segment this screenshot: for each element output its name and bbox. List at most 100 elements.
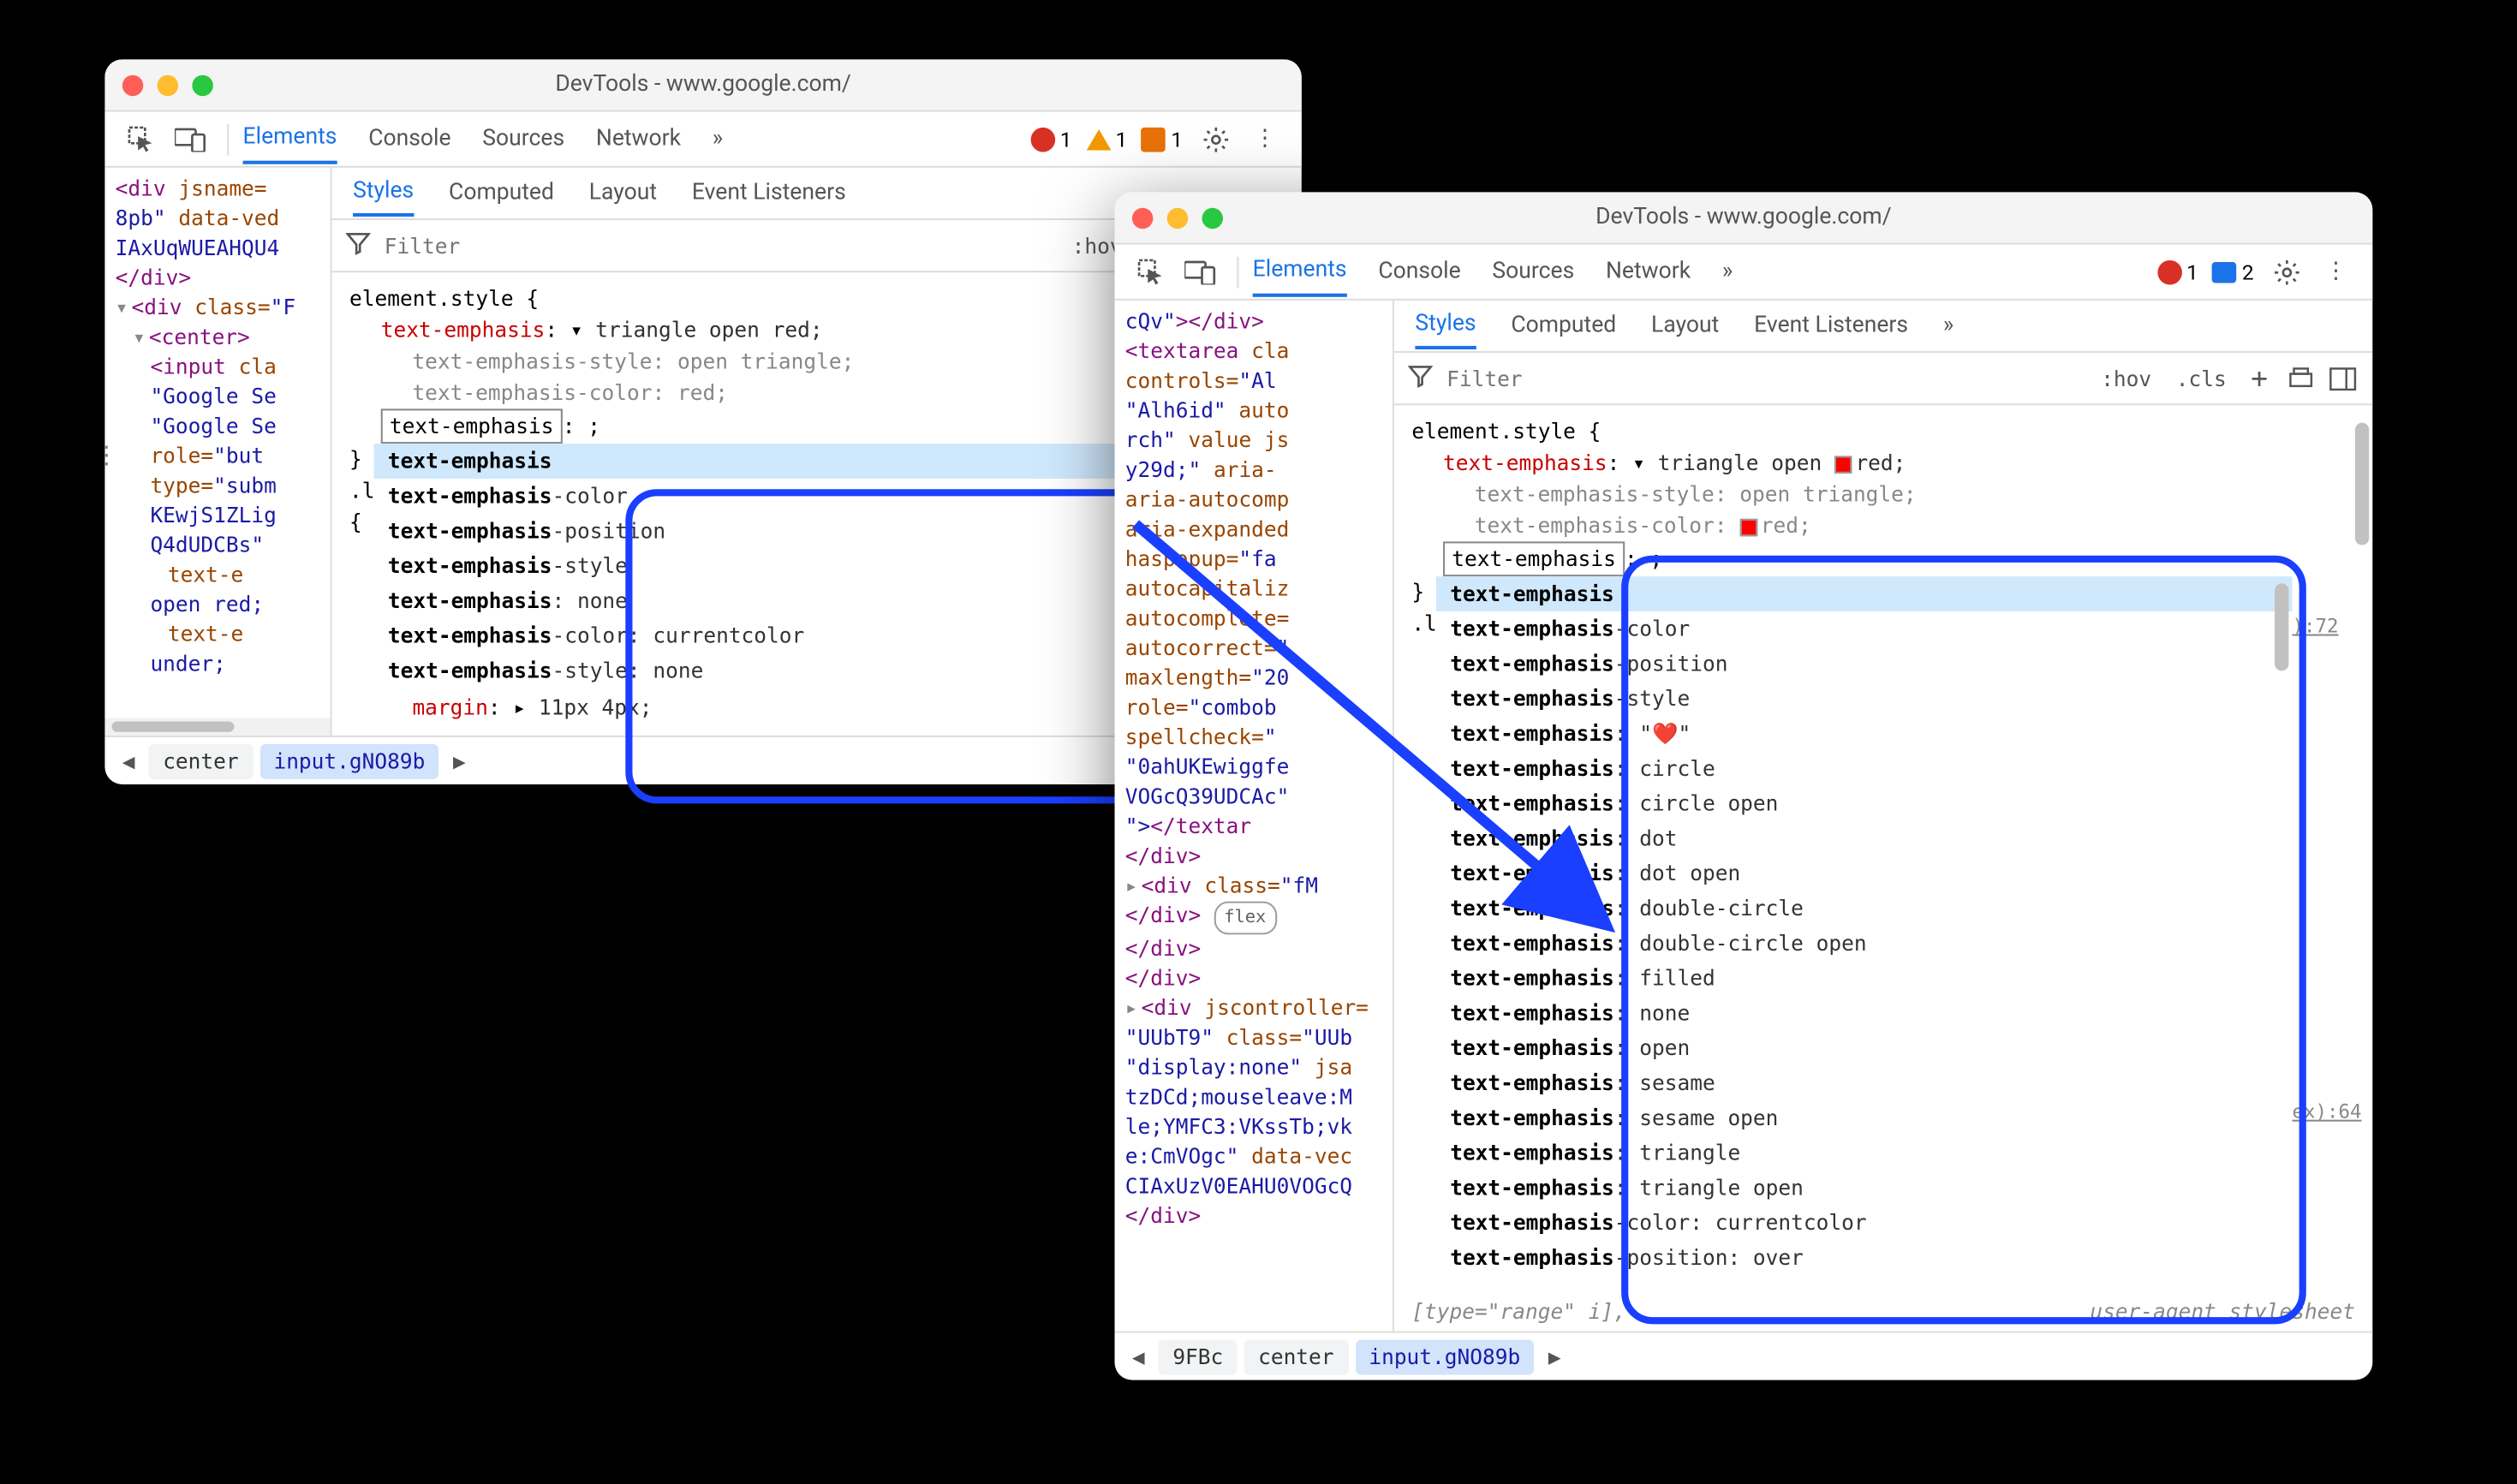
feedback-badge[interactable]: 2 [2212, 259, 2253, 284]
dom-tree[interactable]: cQv"></div> <textarea cla controls="Al "… [1115, 301, 1394, 1332]
window-minimize-icon[interactable] [1167, 207, 1188, 228]
breadcrumb-item[interactable]: center [149, 743, 253, 778]
breadcrumb-prev-icon[interactable]: ◀ [116, 748, 142, 773]
subtab-layout[interactable]: Layout [1651, 304, 1719, 348]
window-close-icon[interactable] [1132, 207, 1153, 228]
color-swatch-icon[interactable] [1834, 455, 1852, 472]
tab-sources[interactable]: Sources [482, 116, 564, 163]
filter-input[interactable] [381, 231, 1055, 259]
autocomplete-item[interactable]: text-emphasis: double-circle [1436, 891, 2293, 926]
css-property-edit[interactable]: text-emphasis [381, 408, 563, 444]
tab-elements[interactable]: Elements [243, 114, 337, 164]
subtab-event-listeners[interactable]: Event Listeners [1754, 304, 1908, 348]
autocomplete-item[interactable]: text-emphasis: circle open [1436, 786, 2293, 821]
rule-selector[interactable]: element.style { [1411, 416, 2355, 448]
inspect-icon[interactable] [1129, 249, 1174, 295]
breadcrumb-item[interactable]: input.gNO89b [1355, 1339, 1535, 1374]
tabs-more-icon[interactable]: » [1722, 248, 1733, 295]
resize-handle-icon[interactable]: ⋮ [104, 430, 116, 482]
dom-tree[interactable]: ⋮ <div jsname= 8pb" data-ved IAxUqWUEAHQ… [104, 168, 331, 736]
tab-sources[interactable]: Sources [1492, 248, 1574, 295]
settings-gear-icon[interactable] [2264, 249, 2310, 295]
computed-sidebar-icon[interactable] [2327, 362, 2359, 394]
traffic-lights [122, 74, 213, 95]
subtab-computed[interactable]: Computed [449, 171, 554, 215]
titlebar: DevTools - www.google.com/ [104, 59, 1301, 111]
devtools-window-right: DevTools - www.google.com/ Elements Cons… [1115, 192, 2373, 1380]
device-toggle-icon[interactable] [168, 116, 213, 162]
panel-tabs: Elements Console Sources Network » [243, 114, 1027, 164]
breadcrumb-item[interactable]: 9FBc [1159, 1339, 1238, 1374]
more-menu-icon[interactable]: ⋮ [1242, 116, 1287, 162]
autocomplete-item[interactable]: text-emphasis-color: currentcolor [1436, 1206, 2293, 1241]
horizontal-scrollbar[interactable] [104, 718, 330, 735]
window-maximize-icon[interactable] [1202, 207, 1223, 228]
subtab-event-listeners[interactable]: Event Listeners [692, 171, 846, 215]
autocomplete-item[interactable]: text-emphasis: open [1436, 1031, 2293, 1066]
new-rule-button[interactable]: + [2244, 358, 2275, 398]
autocomplete-item[interactable]: text-emphasis: "❤️" [1436, 716, 2293, 751]
breadcrumb-item[interactable]: center [1244, 1339, 1348, 1374]
vertical-scrollbar[interactable] [2355, 423, 2369, 545]
error-badge[interactable]: 1 [2156, 259, 2198, 284]
autocomplete-item[interactable]: text-emphasis: dot [1436, 821, 2293, 856]
traffic-lights [1132, 207, 1223, 228]
filter-input[interactable] [1443, 364, 2084, 392]
user-agent-stylesheet-label: user-agent stylesheet [2090, 1296, 2355, 1328]
tab-console[interactable]: Console [1378, 248, 1460, 295]
autocomplete-item[interactable]: text-emphasis: triangle [1436, 1135, 2293, 1171]
warning-badge[interactable]: 1 [1086, 127, 1127, 152]
breadcrumb-item[interactable]: input.gNO89b [259, 743, 439, 778]
autocomplete-item[interactable]: text-emphasis-color [1436, 611, 2293, 647]
inspect-icon[interactable] [119, 116, 164, 162]
filter-icon [346, 229, 371, 261]
tab-console[interactable]: Console [368, 116, 450, 163]
main-toolbar: Elements Console Sources Network » 1 1 1… [104, 112, 1301, 168]
device-toggle-icon[interactable] [1178, 249, 1223, 295]
source-link[interactable]: ):72 [2292, 611, 2354, 643]
window-minimize-icon[interactable] [158, 74, 178, 95]
autocomplete-item[interactable]: text-emphasis: filled [1436, 961, 2293, 996]
issue-badge[interactable]: 1 [1142, 127, 1183, 152]
autocomplete-item[interactable]: text-emphasis: sesame open [1436, 1100, 2293, 1135]
source-link[interactable]: ex):64 [2292, 1097, 2354, 1129]
autocomplete-popup: text-emphasis text-emphasis-color text-e… [1436, 576, 2293, 1275]
breadcrumb-prev-icon[interactable]: ◀ [1125, 1344, 1152, 1369]
autocomplete-item[interactable]: text-emphasis: sesame [1436, 1065, 2293, 1100]
window-title: DevTools - www.google.com/ [104, 72, 1301, 98]
window-title: DevTools - www.google.com/ [1115, 205, 2373, 231]
tab-network[interactable]: Network [596, 116, 681, 163]
subtabs-more-icon[interactable]: » [1943, 304, 1953, 348]
autocomplete-item[interactable]: text-emphasis: none [1436, 996, 2293, 1031]
tab-network[interactable]: Network [1606, 248, 1691, 295]
autocomplete-item[interactable]: text-emphasis [1436, 576, 2293, 611]
css-property-edit[interactable]: text-emphasis [1443, 541, 1625, 576]
subtab-styles[interactable]: Styles [353, 170, 414, 217]
settings-gear-icon[interactable] [1193, 116, 1238, 162]
autocomplete-scrollbar[interactable] [2275, 583, 2288, 670]
subtab-layout[interactable]: Layout [589, 171, 657, 215]
autocomplete-item[interactable]: text-emphasis-position [1436, 647, 2293, 682]
styles-panel: Styles Computed Layout Event Listeners »… [1394, 301, 2372, 1332]
subtab-styles[interactable]: Styles [1415, 302, 1476, 349]
breadcrumb-next-icon[interactable]: ▶ [1542, 1344, 1568, 1369]
breadcrumb-next-icon[interactable]: ▶ [446, 748, 473, 773]
window-close-icon[interactable] [122, 74, 143, 95]
hov-toggle[interactable]: :hov [2094, 362, 2158, 394]
autocomplete-item[interactable]: text-emphasis: dot open [1436, 856, 2293, 891]
subtab-computed[interactable]: Computed [1511, 304, 1616, 348]
autocomplete-item[interactable]: text-emphasis-position: over [1436, 1240, 2293, 1275]
autocomplete-item[interactable]: text-emphasis-style [1436, 682, 2293, 717]
autocomplete-item[interactable]: text-emphasis: triangle open [1436, 1171, 2293, 1206]
tab-elements[interactable]: Elements [1253, 247, 1347, 297]
print-styles-icon[interactable] [2285, 362, 2317, 394]
autocomplete-item[interactable]: text-emphasis: circle [1436, 751, 2293, 786]
autocomplete-item[interactable]: text-emphasis: double-circle open [1436, 926, 2293, 961]
cls-toggle[interactable]: .cls [2169, 362, 2234, 394]
error-badge[interactable]: 1 [1030, 127, 1071, 152]
tabs-more-icon[interactable]: » [713, 116, 723, 163]
window-maximize-icon[interactable] [192, 74, 212, 95]
color-swatch-icon[interactable] [1739, 518, 1757, 535]
more-menu-icon[interactable]: ⋮ [2313, 249, 2359, 295]
titlebar: DevTools - www.google.com/ [1115, 192, 2373, 244]
